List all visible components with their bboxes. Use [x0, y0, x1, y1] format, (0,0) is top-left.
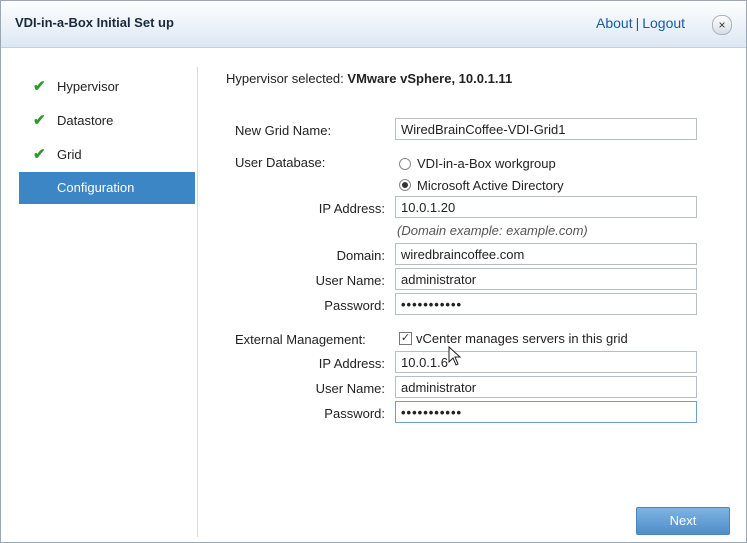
- sidebar-item-hypervisor[interactable]: ✔ Hypervisor: [19, 71, 195, 103]
- ad-password-input[interactable]: [395, 293, 697, 315]
- sidebar-item-grid[interactable]: ✔ Grid: [19, 139, 195, 171]
- external-management-label: External Management:: [235, 332, 366, 347]
- vcenter-username-input[interactable]: [395, 376, 697, 398]
- ad-username-label: User Name:: [315, 273, 385, 288]
- step-label: Grid: [57, 147, 82, 162]
- user-database-label: User Database:: [235, 155, 326, 170]
- top-links: About | Logout: [596, 15, 685, 31]
- logout-link[interactable]: Logout: [642, 15, 685, 31]
- step-label: Configuration: [57, 180, 135, 195]
- domain-input[interactable]: [395, 243, 697, 265]
- window-title: VDI-in-a-Box Initial Set up: [15, 15, 174, 30]
- check-icon: ✔: [33, 112, 46, 129]
- grid-name-input[interactable]: [395, 118, 697, 140]
- grid-name-label: New Grid Name:: [235, 123, 332, 138]
- close-icon[interactable]: ×: [712, 15, 732, 35]
- radio-workgroup[interactable]: [399, 158, 411, 170]
- mouse-pointer-icon: [448, 346, 462, 366]
- vcenter-ip-label: IP Address:: [318, 356, 385, 371]
- ad-password-label: Password:: [324, 298, 385, 313]
- vcenter-ip-input[interactable]: [395, 351, 697, 373]
- ad-username-input[interactable]: [395, 268, 697, 290]
- link-separator: |: [635, 15, 640, 31]
- vcenter-checkbox-label[interactable]: vCenter manages servers in this grid: [416, 331, 628, 346]
- domain-label: Domain:: [336, 248, 385, 263]
- sidebar-item-datastore[interactable]: ✔ Datastore: [19, 105, 195, 137]
- step-label: Hypervisor: [57, 79, 120, 94]
- ad-ip-label: IP Address:: [318, 201, 385, 216]
- setup-window: VDI-in-a-Box Initial Set up About | Logout…: [0, 0, 747, 543]
- about-link[interactable]: About: [596, 15, 633, 31]
- vcenter-checkbox[interactable]: ✓: [399, 332, 412, 345]
- check-icon: ✔: [33, 78, 46, 95]
- hypervisor-label: Hypervisor selected:: [226, 71, 344, 86]
- radio-workgroup-label[interactable]: VDI-in-a-Box workgroup: [417, 156, 556, 171]
- ad-ip-input[interactable]: [395, 196, 697, 218]
- step-label: Datastore: [57, 113, 114, 128]
- next-button[interactable]: Next: [636, 507, 730, 535]
- hypervisor-summary: Hypervisor selected: VMware vSphere, 10.…: [226, 71, 512, 86]
- radio-active-directory[interactable]: [399, 179, 411, 191]
- title-bar: VDI-in-a-Box Initial Set up About | Logout…: [1, 1, 746, 48]
- steps-sidebar: ✔ Hypervisor ✔ Datastore ✔ Grid Configur…: [19, 67, 198, 537]
- hypervisor-value: VMware vSphere, 10.0.1.11: [347, 71, 513, 86]
- domain-hint: (Domain example: example.com): [397, 223, 588, 238]
- radio-active-directory-label[interactable]: Microsoft Active Directory: [417, 178, 564, 193]
- vcenter-password-input[interactable]: [395, 401, 697, 423]
- sidebar-item-configuration[interactable]: Configuration: [19, 172, 195, 204]
- vcenter-password-label: Password:: [324, 406, 385, 421]
- vcenter-username-label: User Name:: [315, 381, 385, 396]
- check-icon: ✔: [33, 146, 46, 163]
